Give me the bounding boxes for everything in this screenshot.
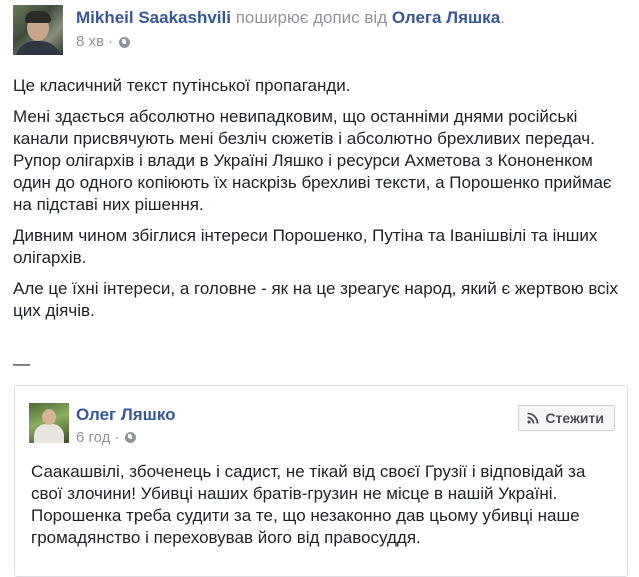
globe-icon[interactable]: [125, 432, 137, 443]
follow-button-label: Стежити: [545, 410, 604, 426]
author-avatar[interactable]: [13, 5, 63, 55]
shared-post-card: Олег Ляшко 6 год · Стежити Саакашвілі, з…: [14, 385, 628, 577]
post-paragraph: Це класичний текст путінської пропаганди…: [13, 76, 351, 95]
follow-button[interactable]: Стежити: [518, 405, 615, 431]
post-meta: 8 хв ·: [76, 33, 130, 51]
shared-post-timestamp-link[interactable]: 6 год: [76, 429, 110, 446]
post-timestamp-link[interactable]: 8 хв: [76, 33, 104, 51]
post-dash: —: [13, 354, 30, 373]
shared-post-meta: 6 год ·: [76, 429, 137, 446]
facebook-post: Mikheil Saakashvili поширює допис від Ол…: [0, 0, 639, 577]
post-paragraph: Мені здається абсолютно невипадковим, що…: [13, 107, 612, 214]
shares-text: поширює допис від: [235, 8, 388, 27]
shared-post-paragraph: Саакашвілі, збоченець і садист, не тікай…: [31, 462, 586, 547]
shared-post-body: Саакашвілі, збоченець і садист, не тікай…: [31, 461, 615, 549]
globe-icon[interactable]: [118, 36, 130, 48]
header-period: .: [500, 8, 505, 27]
shared-author-avatar[interactable]: [29, 403, 69, 443]
rss-icon: [527, 412, 539, 424]
author-name-link[interactable]: Mikheil Saakashvili: [76, 8, 231, 27]
meta-separator: ·: [107, 33, 113, 50]
shared-author-name-link[interactable]: Олег Ляшко: [76, 405, 176, 425]
meta-separator: ·: [114, 429, 120, 446]
post-body: Це класичний текст путінської пропаганди…: [13, 75, 629, 331]
post-paragraph: Але це їхні інтереси, а головне - як на …: [13, 279, 618, 320]
post-header: Mikheil Saakashvili поширює допис від Ол…: [76, 7, 505, 29]
shared-from-link[interactable]: Олега Ляшка: [392, 8, 500, 27]
post-paragraph: Дивним чином збіглися інтереси Порошенко…: [13, 226, 598, 267]
